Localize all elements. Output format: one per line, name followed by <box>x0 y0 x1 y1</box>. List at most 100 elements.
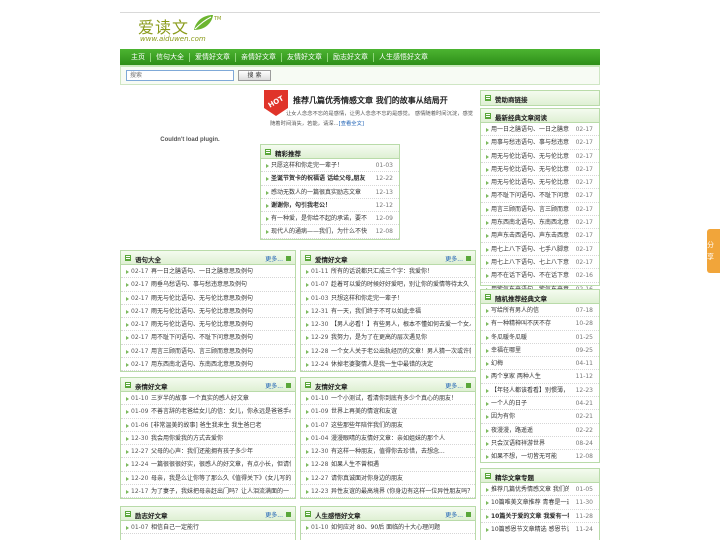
item-title[interactable]: 用七上八下语句、七手八脚意 <box>491 243 569 255</box>
item-title[interactable]: 有这样一种朋友，值得你去珍惜，去想念... <box>331 445 471 457</box>
list-item[interactable]: 用事与愁违语句、事与愁违意 02-17 <box>481 136 599 150</box>
item-title[interactable]: 用东西南北语句、东南西北意 <box>491 216 569 228</box>
item-title[interactable]: 【男人必看！】有些男人，根本不懂如何去爱一个女人 <box>331 318 471 330</box>
item-title[interactable]: 幻梅 <box>491 357 569 369</box>
item-title[interactable]: 一个人的日子 <box>491 397 569 409</box>
item-title[interactable]: 用事与愁违语句、事与愁违意 <box>491 136 569 148</box>
list-item[interactable]: 12-23 异性友谊的最高境界 (你身边有这样一位异性朋友吗？) <box>301 485 475 499</box>
item-title[interactable]: 趁着可以爱的时候好好爱吧，别让你的爱情等待太久 <box>331 278 471 290</box>
list-item[interactable]: 12-31 有一天，我们终于不可以如此幸福 <box>301 305 475 319</box>
list-item[interactable]: 02-17 用言三顾而语句、言三顾而意思及例句 <box>121 345 295 359</box>
item-title[interactable]: 为了妻子，我妹把母亲赶出门吗？让人泪流满面的一 <box>151 485 291 497</box>
list-item[interactable]: 推荐几篇优秀情感文章 我们的 01-05 <box>481 483 599 497</box>
list-item[interactable]: 只会汉语释祥游世界 08-24 <box>481 437 599 451</box>
site-logo[interactable]: 爱读文 TM www.aiduwen.com <box>138 14 228 46</box>
nav-friendship[interactable]: 友情好文章 <box>282 52 327 62</box>
nav-family[interactable]: 亲情好文章 <box>236 52 281 62</box>
item-title[interactable]: 父母的心声：我们还能拥有孩子多少年 <box>151 445 291 457</box>
item-title[interactable]: 用无与伦比语句、无与伦比意 <box>491 150 569 162</box>
list-item[interactable]: 10篇关于爱的文章 我爱有一种 11-28 <box>481 510 599 523</box>
item-title[interactable]: 如何应对 80、90后 面临的十大心理问题 <box>331 521 471 533</box>
list-item[interactable]: 谢谢你，勾引我老公！ 12-12 <box>261 199 399 213</box>
item-title[interactable]: 感动无数人的一篇很真实励志文章 <box>271 186 369 198</box>
item-title[interactable]: 用不在话下语句、不在话下意 <box>491 269 569 281</box>
item-title[interactable]: 用言三顾而语句、言三顾而意 <box>491 203 569 215</box>
list-item[interactable]: 幸福在哪里 09-25 <box>481 344 599 358</box>
list-item[interactable]: 02-17 雨无与伦比语句、无与伦比意思及例句 <box>121 292 295 305</box>
item-title[interactable]: [非常温美的故事] 爸生我来生 我生爸已老 <box>151 419 291 431</box>
nav-love[interactable]: 爱情好文章 <box>190 52 235 62</box>
item-title[interactable]: 有一天，我们终于不可以如此幸福 <box>331 305 471 317</box>
item-title[interactable]: 冬瓜暖冬瓜暖 <box>491 331 569 343</box>
item-title[interactable]: 推荐几篇优秀情感文章 我们的 <box>491 483 569 495</box>
list-item[interactable]: 02-17 用不耻下问语句、不耻下问意思及例句 <box>121 331 295 345</box>
item-title[interactable]: 用东西南北语句、东南西北意思及例句 <box>151 358 291 370</box>
list-item[interactable]: 12-30 我会用你爱我的方式去爱你 <box>121 432 295 446</box>
list-item[interactable]: 01-07 趁着可以爱的时候好好爱吧，别让你的爱情等待太久 <box>301 278 475 292</box>
list-item[interactable]: 圣诞节贺卡的祝福语 话给父母,朋友 12-22 <box>261 172 399 186</box>
nav-quotes[interactable]: 信句大全 <box>151 52 189 62</box>
item-title[interactable]: 我努力，是为了在更高的层次遇见你 <box>331 331 471 343</box>
item-title[interactable]: 这些那些年陪伴我们的朋友 <box>331 419 471 431</box>
list-item[interactable]: 用不在话下语句、不在话下意 02-16 <box>481 269 599 283</box>
item-title[interactable]: 只想这样和你走完一辈子！ <box>331 292 471 304</box>
list-item[interactable]: 用无与伦比语句、无与伦比意 02-17 <box>481 163 599 177</box>
list-item[interactable]: 用无与伦比语句、无与伦比意 02-17 <box>481 150 599 163</box>
list-item[interactable]: 01-09 世界上再美的情谊和友谊 <box>301 405 475 419</box>
item-title[interactable]: 10篇关于爱的文章 我爱有一种 <box>491 510 569 522</box>
list-item[interactable]: 01-10 三岁半的故事 一个真实的感人好文章 <box>121 392 295 406</box>
list-item[interactable]: 12-30 有这样一种朋友，值得你去珍惜，去想念... <box>301 445 475 459</box>
featured-title[interactable]: 推荐几篇优秀情感文章 我们的故事从结局开 <box>293 95 448 106</box>
list-item[interactable]: 10篇唯美文章推荐 青春是一道 11-30 <box>481 496 599 510</box>
item-title[interactable]: 一篇很很很好实，很感人的好文章，有点小长，但请你仔 <box>151 458 291 470</box>
list-item[interactable]: 02-17 再一日之膳语句、一日之膳意思及例句 <box>121 265 295 279</box>
list-item[interactable]: 01-07 相信自己一定能行 <box>121 521 295 535</box>
item-title[interactable]: 圣诞节贺卡的祝福语 话给父母,朋友 <box>271 172 369 184</box>
list-item[interactable]: 夜漫漫，路遥遥 02-22 <box>481 424 599 437</box>
list-item[interactable]: 一个人的日子 04-21 <box>481 397 599 411</box>
list-item[interactable]: 因为有你 02-21 <box>481 410 599 424</box>
list-item[interactable]: 02-17 雨垂乌愁语句、事与愁违意思及例句 <box>121 278 295 292</box>
item-title[interactable]: 有一种精神叫不厌不存 <box>491 317 569 329</box>
item-title[interactable]: 请你真诚面对你身边的朋友 <box>331 472 471 484</box>
nav-life[interactable]: 人生感悟好文章 <box>374 52 433 62</box>
item-title[interactable]: 谢谢你，勾引我老公！ <box>271 199 369 211</box>
item-title[interactable]: 不善言辞的老爸给女儿的信：女儿，你永远是爸爸手心 <box>151 405 291 417</box>
list-item[interactable]: 12-24 一篇很很很好实，很感人的好文章，有点小长，但请你仔 <box>121 458 295 472</box>
item-title[interactable]: 【年轻人都该看看】别惯薄， <box>491 384 569 396</box>
nav-inspiration[interactable]: 励志好文章 <box>328 52 373 62</box>
item-title[interactable]: 用不耻下问语句、不耻下问意思及例句 <box>151 331 291 343</box>
item-title[interactable]: 夜漫漫，路遥遥 <box>491 424 569 436</box>
list-item[interactable]: 01-10 一个小测试，看清你到底有多少个真心的朋友！ <box>301 392 475 406</box>
list-item[interactable]: 01-03 只想这样和你走完一辈子！ <box>301 292 475 305</box>
item-title[interactable]: 现代人的通病——我们，为什么不快 <box>271 225 369 237</box>
share-tab[interactable]: 分享 <box>707 229 720 273</box>
list-item[interactable]: 感动无数人的一篇很真实励志文章 12-13 <box>261 186 399 199</box>
list-item[interactable]: 用七上八下语句、七上八下意 02-17 <box>481 256 599 270</box>
item-title[interactable]: 母亲，我是么让你等了那么久《值得关下》(女儿写的 <box>151 472 291 484</box>
item-title[interactable]: 异性友谊的最高境界 (你身边有这样一位异性朋友吗？) <box>331 485 471 497</box>
featured-more-link[interactable]: [查看全文] <box>339 121 364 127</box>
item-title[interactable]: 用声东击西语句、声东击西意 <box>491 229 569 241</box>
list-item[interactable]: 用一日之膳语句、一日之膳意 02-17 <box>481 123 599 137</box>
list-item[interactable]: 12-29 我努力，是为了在更高的层次遇见你 <box>301 331 475 345</box>
list-item[interactable]: 用言三顾而语句、言三顾而意 02-17 <box>481 203 599 217</box>
list-item[interactable]: 12-24 休掉老婆娶情人是我一生中最错的决定 <box>301 358 475 372</box>
item-title[interactable]: 休掉老婆娶情人是我一生中最错的决定 <box>331 358 471 370</box>
list-item[interactable]: 01-09 不善言辞的老爸给女儿的信：女儿，你永远是爸爸手心 <box>121 405 295 419</box>
list-item[interactable]: 用声东击西语句、声东击西意 02-17 <box>481 229 599 243</box>
more-link[interactable]: 更多... <box>445 254 463 263</box>
item-title[interactable]: 写给所有男人的信 <box>491 304 569 316</box>
list-item[interactable]: 两个享家 两种人生 11-12 <box>481 370 599 384</box>
item-title[interactable]: 相信自己一定能行 <box>151 521 291 533</box>
list-item[interactable]: 用七上八下语句、七手八脚意 02-17 <box>481 243 599 256</box>
list-item[interactable]: 12-27 父母的心声：我们还能拥有孩子多少年 <box>121 445 295 459</box>
item-title[interactable]: 漫漫眼晴的友情好文章：亲如姐妹的那个人 <box>331 432 471 444</box>
item-title[interactable]: 如果人生不曾相遇 <box>331 458 471 470</box>
list-item[interactable]: 【年轻人都该看看】别惯薄， 12-23 <box>481 384 599 398</box>
item-title[interactable]: 一个女人关于老公出轨经历的文章！男人猜一次或许就 <box>331 345 471 357</box>
list-item[interactable]: 12-27 请你真诚面对你身边的朋友 <box>301 472 475 486</box>
list-item[interactable]: 12-28 如果人生不曾相遇 <box>301 458 475 472</box>
list-item[interactable]: 01-07 这些那些年陪伴我们的朋友 <box>301 419 475 432</box>
list-item[interactable]: 01-10 如何应对 80、90后 面临的十大心理问题 <box>301 521 475 535</box>
